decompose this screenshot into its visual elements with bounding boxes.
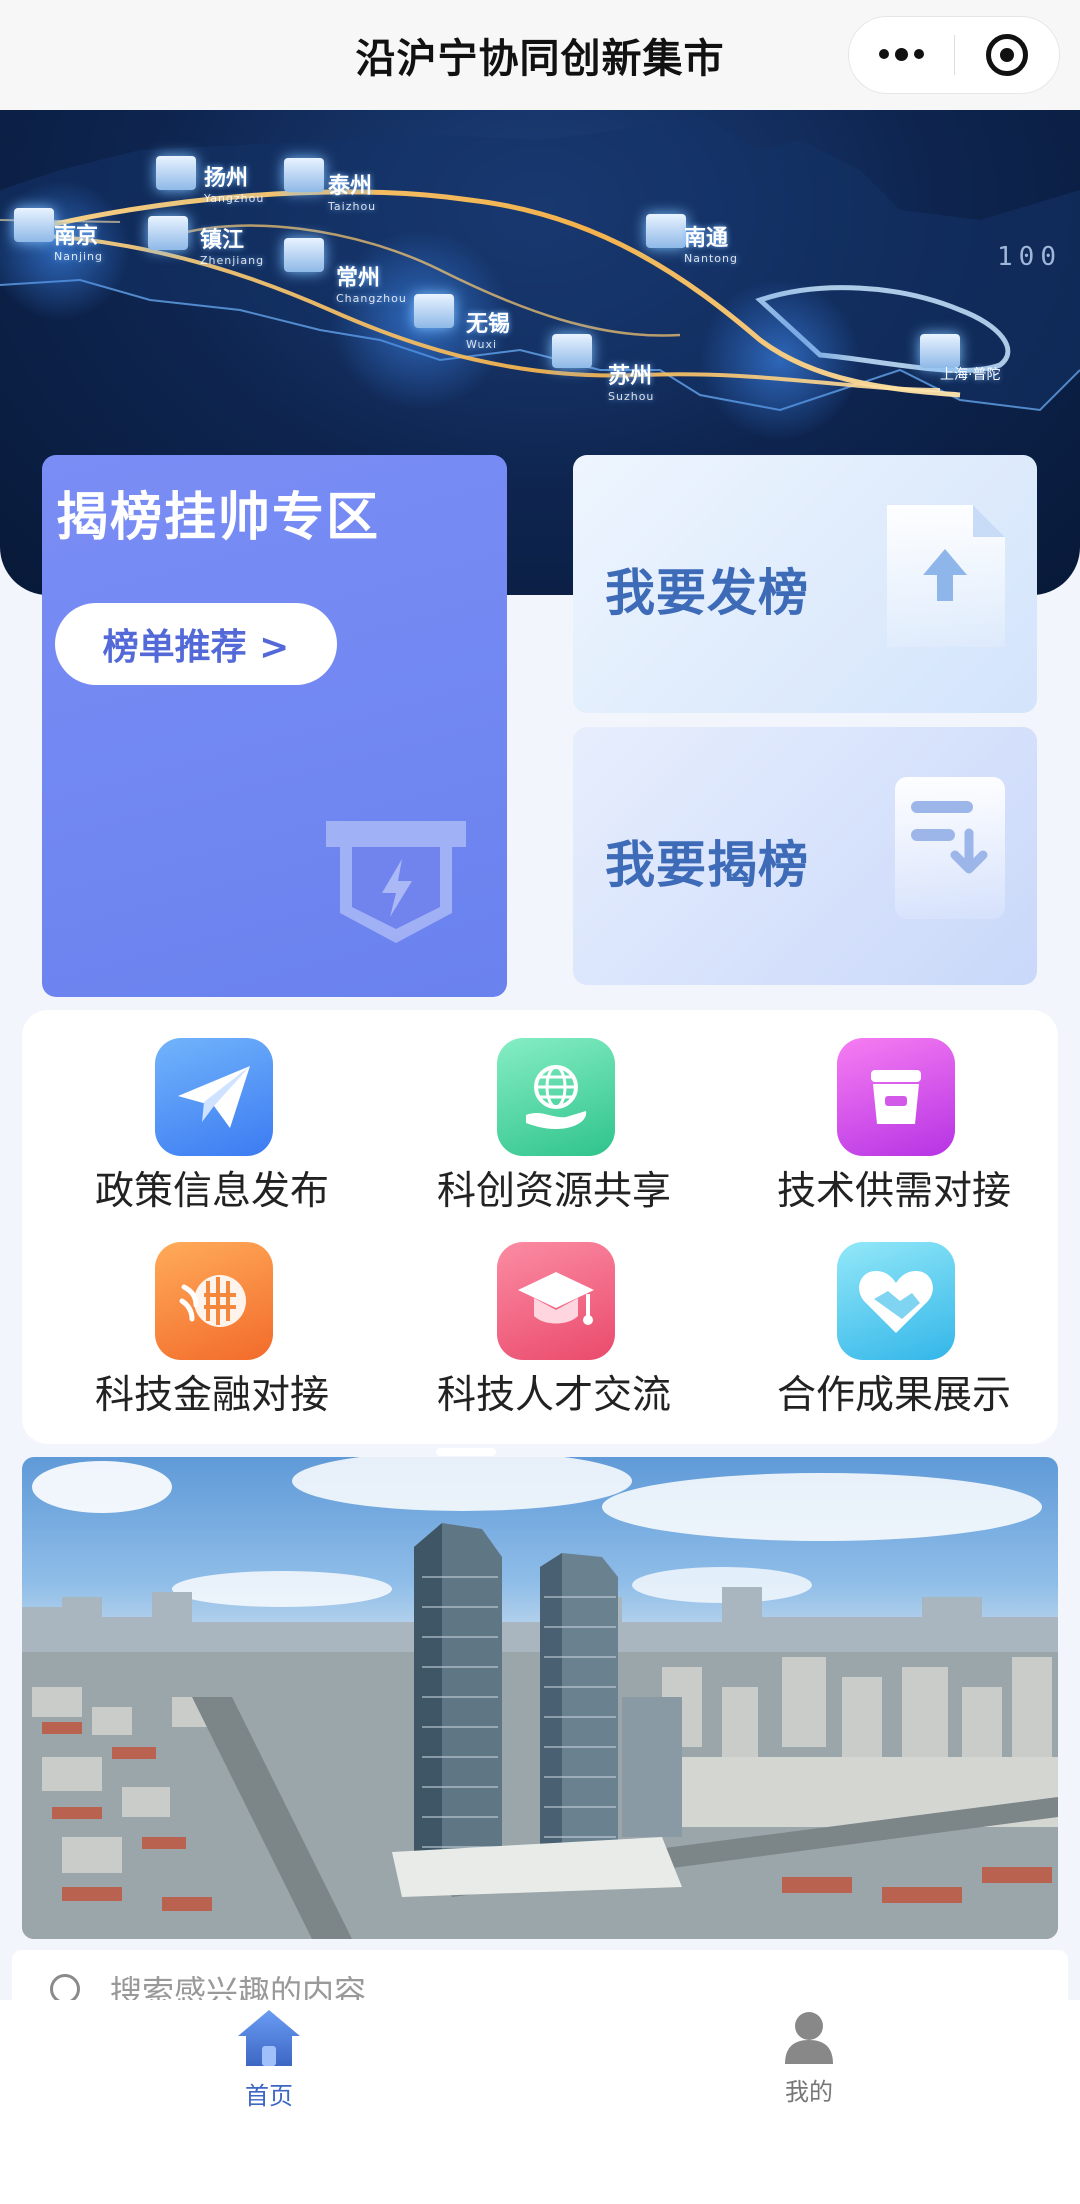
carousel-indicator (436, 1448, 496, 1456)
bottom-tab-bar: 首页 我的 (0, 2000, 1080, 2204)
city-label-zhenjiang: 镇江 Zhenjiang (200, 228, 265, 267)
taizhou-building-icon (284, 158, 324, 192)
nantong-building-icon (646, 214, 686, 248)
paper-plane-icon (155, 1038, 273, 1156)
services-grid: 政策信息发布 科创资源共享 技术供需对接 科技金融对接 科技人才交流 合作成果展… (22, 1010, 1058, 1444)
download-document-icon (895, 777, 1005, 919)
mini-program-capsule (848, 16, 1060, 94)
service-label: 科技人才交流 (436, 1373, 671, 1418)
city-label-yangzhou: 扬州 Yangzhou (204, 166, 265, 205)
shield-lightning-icon (326, 821, 466, 943)
city-label-taizhou: 泰州 Taizhou (328, 174, 377, 213)
nanjing-building-icon (14, 208, 54, 242)
handshake-heart-icon (837, 1242, 955, 1360)
changzhou-building-icon (284, 238, 324, 272)
graduation-cap-icon (497, 1242, 615, 1360)
service-policy-info[interactable]: 政策信息发布 (62, 1010, 362, 1214)
city-label-changzhou: 常州 Changzhou (336, 266, 407, 305)
globe-hand-icon (497, 1038, 615, 1156)
close-miniprogram-button[interactable] (955, 17, 1060, 93)
page-title: 沿沪宁协同创新集市 (355, 36, 725, 82)
service-label: 科创资源共享 (436, 1169, 671, 1214)
tab-home-label: 首页 (245, 2082, 293, 2110)
navigation-bar: 沿沪宁协同创新集市 (0, 0, 1080, 110)
service-tech-supply-demand[interactable]: 技术供需对接 (744, 1010, 1044, 1214)
zone-title: 揭榜挂帅专区 (56, 488, 381, 548)
take-ranking-card[interactable]: 我要揭榜 (573, 727, 1037, 985)
finance-icon (155, 1242, 273, 1360)
service-resource-sharing[interactable]: 科创资源共享 (404, 1010, 704, 1214)
home-icon (238, 2010, 300, 2066)
service-cooperation-results[interactable]: 合作成果展示 (744, 1214, 1044, 1418)
more-dots-icon (878, 47, 924, 61)
service-talent-exchange[interactable]: 科技人才交流 (404, 1214, 704, 1418)
yangzhou-building-icon (156, 156, 196, 190)
shanghai-building-icon (920, 334, 960, 368)
box-icon (837, 1038, 955, 1156)
map-scale-text: 100 (997, 242, 1062, 272)
more-button[interactable] (849, 17, 954, 93)
city-label-nantong: 南通 Nantong (684, 226, 738, 265)
wuxi-building-icon (414, 294, 454, 328)
service-label: 技术供需对接 (776, 1169, 1011, 1214)
ranking-recommend-button[interactable]: 榜单推荐 > (55, 603, 337, 685)
upload-document-icon (887, 505, 1005, 647)
search-bar[interactable]: 搜索感兴趣的内容 (12, 1950, 1068, 2006)
user-icon (785, 2012, 833, 2064)
take-ranking-label: 我要揭榜 (605, 836, 809, 894)
service-label: 科技金融对接 (94, 1373, 329, 1418)
service-tech-finance[interactable]: 科技金融对接 (62, 1214, 362, 1418)
post-ranking-card[interactable]: 我要发榜 (573, 455, 1037, 713)
jiebang-zone-card[interactable]: 揭榜挂帅专区 榜单推荐 > (42, 455, 507, 997)
city-label-wuxi: 无锡 Wuxi (466, 312, 511, 351)
city-photo-banner[interactable] (22, 1457, 1058, 1939)
service-label: 合作成果展示 (776, 1373, 1011, 1418)
target-circle-icon (985, 34, 1028, 76)
suzhou-building-icon (552, 334, 592, 368)
tab-mine[interactable]: 我的 (709, 2006, 909, 2126)
city-skyline-image (22, 1457, 1058, 1939)
city-label-suzhou: 苏州 Suzhou (608, 364, 655, 403)
tab-mine-label: 我的 (785, 2078, 833, 2106)
zhenjiang-building-icon (148, 216, 188, 250)
city-label-shanghai: 上海·普陀 (940, 367, 1001, 383)
service-label: 政策信息发布 (94, 1169, 329, 1214)
tab-home[interactable]: 首页 (169, 2006, 369, 2126)
post-ranking-label: 我要发榜 (605, 564, 809, 622)
city-label-nanjing: 南京 Nanjing (54, 224, 104, 263)
